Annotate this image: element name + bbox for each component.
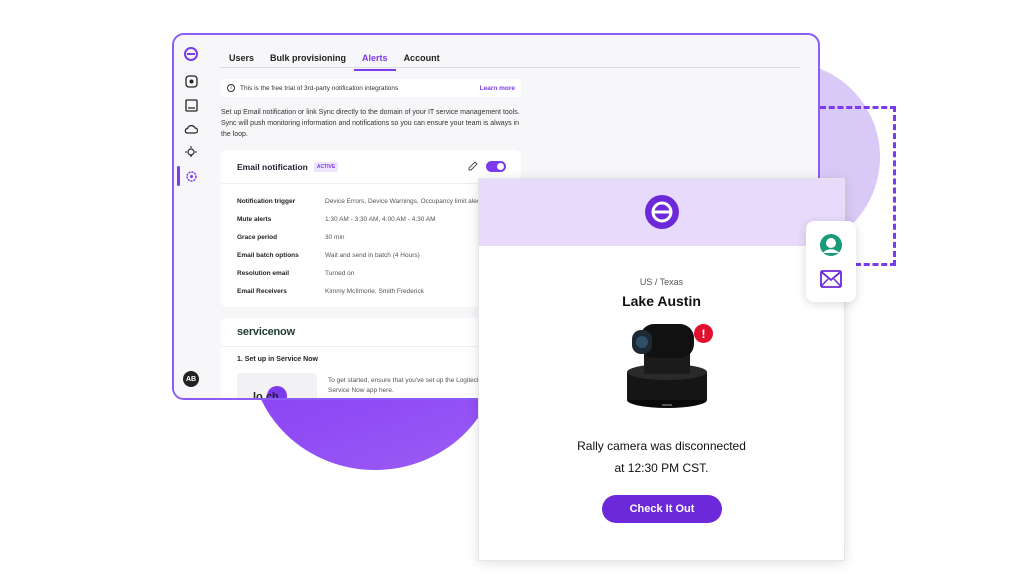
check-it-out-button[interactable]: Check It Out [602,495,722,523]
alert-message-line2: at 12:30 PM CST. [614,461,709,475]
setup-description: To get started, ensure that you've set u… [328,377,497,394]
setting-row: Email batch options Wait and send in batc… [237,246,481,264]
setting-key: Grace period [237,233,278,241]
setting-row: Resolution email Turned on [237,264,481,282]
setting-row: Grace period 30 min [237,228,481,246]
sync-logo-icon [645,195,679,229]
sidebar: AB [174,35,208,398]
setting-key: Email batch options [237,251,299,259]
servicenow-logo: servicenow [237,326,295,338]
inventory-icon[interactable] [182,96,200,114]
settings-list: Notification trigger Device Errors, Devic… [237,192,481,300]
banner-text: This is the free trial of 3rd-party noti… [240,84,399,92]
alert-icon: ! [694,324,713,343]
sidebar-active-indicator [177,166,180,186]
setting-key: Notification trigger [237,197,296,205]
alert-message: Rally camera was disconnected at 12:30 P… [479,435,844,479]
intro-text: Set up Email notification or link Sync d… [221,109,520,138]
status-badge: ACTIVE [313,162,339,172]
logitech-app-thumbnail[interactable]: lo ch [237,373,317,400]
divider [221,183,521,184]
setting-key: Resolution email [237,269,290,277]
setting-row: Email Receivers Kimmy McIlmorie, Smith Fr… [237,282,481,300]
email-header [479,179,844,246]
setting-value: Turned on [325,269,355,277]
email-card-title: Email notification [237,162,308,172]
learn-more-link[interactable]: Learn more [480,85,515,92]
room-name: Lake Austin [622,293,701,309]
tab-alerts[interactable]: Alerts [354,51,396,71]
user-icon[interactable] [819,233,843,257]
setting-key: Email Receivers [237,287,287,295]
setting-value: 1:30 AM - 3:30 AM, 4:00 AM - 4:30 AM [325,215,436,223]
logo-icon[interactable] [182,45,200,63]
tab-users[interactable]: Users [229,51,262,71]
tab-account[interactable]: Account [404,51,448,71]
setting-value: Device Errors, Device Warnings, Occupanc… [325,197,481,205]
setting-row: Mute alerts 1:30 AM - 3:30 AM, 4:00 AM - … [237,210,481,228]
alert-message-line1: Rally camera was disconnected [577,439,746,453]
channel-chip [806,221,856,302]
setup-step-title: 1. Set up in Service Now [237,356,318,363]
avatar[interactable]: AB [183,371,199,387]
divider [221,346,521,347]
servicenow-card: servicenow 1. Set up in Service Now lo c… [221,318,521,400]
setting-value: Wait and send in batch (4 Hours) [325,251,420,259]
mail-icon[interactable] [820,270,842,288]
info-icon: i [227,84,235,92]
tab-bar: Users Bulk provisioning Alerts Account [229,51,456,71]
edit-icon[interactable] [468,161,478,171]
tab-bulk-provisioning[interactable]: Bulk provisioning [270,51,354,71]
setting-value: Kimmy McIlmorie, Smith Frederick [325,287,424,295]
setting-key: Mute alerts [237,215,272,223]
setting-row: Notification trigger Device Errors, Devic… [237,192,481,210]
trial-banner: i This is the free trial of 3rd-party no… [221,79,521,97]
insights-icon[interactable] [182,143,200,161]
settings-icon[interactable] [182,167,200,185]
location-label: US / Texas [639,277,684,287]
email-notification-toggle[interactable] [486,161,506,172]
devices-icon[interactable] [182,72,200,90]
setting-value: 30 min [325,233,345,241]
email-notification-card: Email notification ACTIVE Notification t… [221,150,521,307]
thumbnail-text: lo ch [253,391,279,400]
alert-email-preview: US / Texas Lake Austin ! Rally camera wa… [478,178,845,561]
tab-divider [220,67,800,68]
cloud-icon[interactable] [182,120,200,138]
